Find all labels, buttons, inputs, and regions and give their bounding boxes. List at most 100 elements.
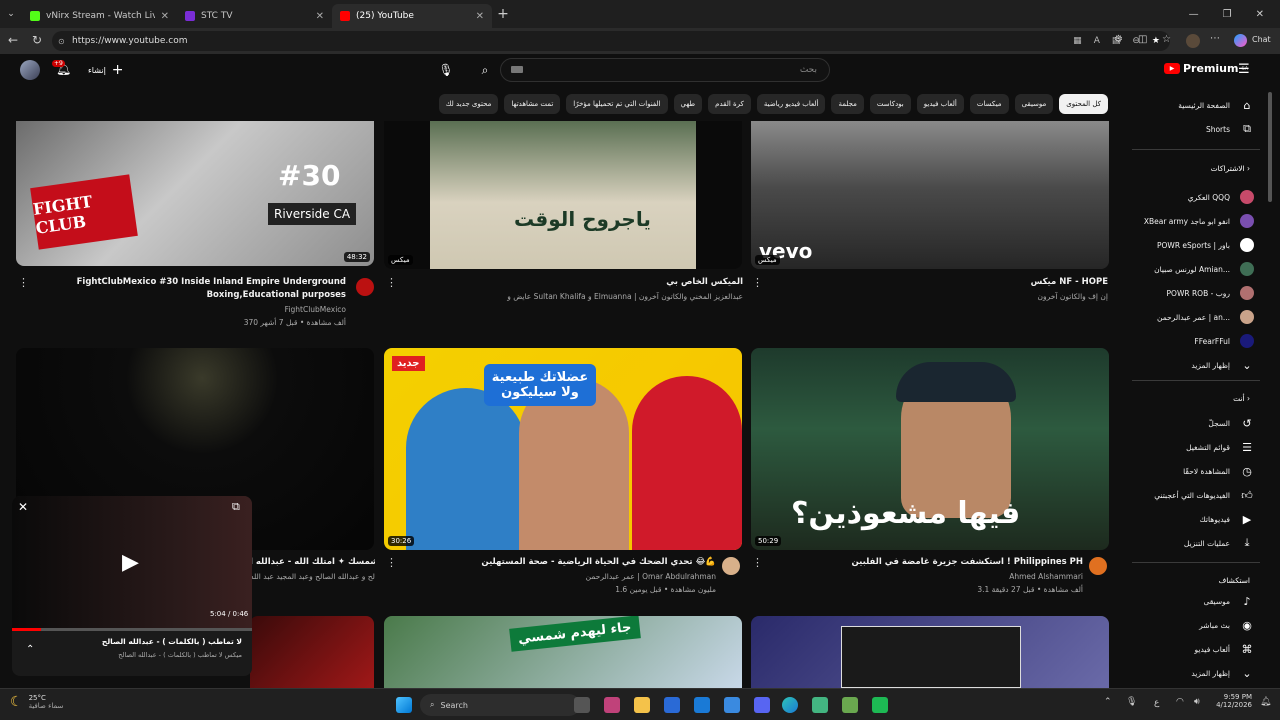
video-thumbnail[interactable]: عضلاتك طبيعية ولا سيليكون جديد 30:26 [384,348,742,550]
minimize-icon[interactable]: — [1189,9,1199,20]
video-title[interactable]: ميكس NF - HOPE [788,276,1108,289]
sidebar-item[interactable]: إظهار المزيد ⌄ [1191,662,1254,684]
video-thumbnail[interactable] [751,616,1109,688]
sidebar-item-home[interactable]: الصفحة الرئيسية ⌂ [1178,94,1254,116]
search-input[interactable]: بحث [500,58,830,82]
new-tab-button[interactable]: + [492,6,514,22]
app-icon[interactable] [664,697,680,713]
menu-hamburger-icon[interactable]: ☰ [1238,62,1250,77]
sidebar-item[interactable]: عمليات التنزيل ⤓ [1184,532,1254,554]
create-button[interactable]: إنشاء + [88,62,124,78]
video-thumbnail[interactable]: فيها مشعوذين؟ 50:29 [751,348,1109,550]
filter-chip[interactable]: ألعاب فيديو [916,94,964,114]
extensions-icon[interactable]: ⚙ [1114,34,1123,45]
filter-chip[interactable]: كرة القدم [708,94,751,114]
app-icon[interactable] [842,697,858,713]
video-title[interactable]: FightClubMexico #30 Inside Inland Empire… [30,276,346,302]
miniplayer-title[interactable]: لا تماطب ( بالكلمات ) - عبدالله الصالح [102,637,242,646]
app-icon[interactable] [724,697,740,713]
sidebar-item-subscription[interactable]: POWR ROB - روب [1167,282,1254,304]
reload-icon[interactable]: ↻ [32,33,42,47]
split-screen-icon[interactable]: ◫ [1138,34,1147,45]
sidebar-item-subscription[interactable]: عمر عبدالرحمن | an... [1157,306,1254,328]
restore-icon[interactable]: ❐ [1223,9,1232,20]
sidebar-item-subscription[interactable]: العكري QQQ [1188,186,1254,208]
chat-button[interactable]: Chat [1252,35,1271,44]
channel-avatar[interactable] [356,278,374,296]
favorite-star-icon[interactable]: ★ [1152,36,1160,46]
grid-icon[interactable]: ▦ [1073,36,1082,46]
task-view-icon[interactable] [574,697,590,713]
expand-player-icon[interactable]: ⧉ [232,500,240,514]
discord-icon[interactable] [754,697,770,713]
channel-name[interactable]: Ahmed Alshammari [1009,572,1083,581]
close-tab-icon[interactable]: ✕ [476,11,484,22]
channel-name[interactable]: عايض و Sultan Khalifa و Elmuanna | عبدال… [507,292,743,301]
tab-stc[interactable]: STC TV ✕ [177,4,332,28]
video-thumbnail[interactable]: vevo ميكس [751,121,1109,269]
more-menu-icon[interactable]: ⋯ [1210,33,1220,44]
play-icon[interactable]: ▶ [122,550,139,575]
app-icon[interactable] [812,697,828,713]
sidebar-item[interactable]: المشاهدة لاحقًا ◷ [1183,460,1254,482]
channel-name[interactable]: إن إف والكاتون آخرون [1038,292,1108,301]
video-title[interactable]: ميكس احب شمسك ✦ امتلك الله - عبدالله ا..… [250,556,375,569]
tray-chevron-icon[interactable]: ⌃ [1104,697,1112,707]
channel-name[interactable]: عبدالله الصالح و عبدالله الصالح وعبد الم… [250,572,375,581]
filter-chip[interactable]: طهي [673,94,703,114]
widgets-icon[interactable] [604,697,620,713]
site-info-icon[interactable]: ⊙ [58,37,65,46]
more-actions-icon[interactable]: ⋮ [752,556,763,569]
filter-chip[interactable]: ميكسات [969,94,1009,114]
outlook-icon[interactable] [694,697,710,713]
sidebar-item[interactable]: السجلّ ↺ [1208,412,1254,434]
filter-chip[interactable]: محتوى جديد لك [438,94,499,114]
app-icon[interactable] [872,697,888,713]
video-thumbnail[interactable]: جاء ليهدم شمسي [384,616,742,688]
file-explorer-icon[interactable] [634,697,650,713]
channel-name[interactable]: عمر عبدالرحمن | Omar Abdulrahman [586,572,716,581]
clock[interactable]: 9:59 PM 4/12/2026 [1212,693,1252,709]
more-actions-icon[interactable]: ⋮ [386,556,397,569]
profile-avatar[interactable] [1186,34,1200,48]
taskbar-search[interactable]: ⌕ Search [420,694,580,716]
copilot-icon[interactable] [1234,34,1247,47]
video-title[interactable]: تحدي الضحك في الحياة الرياضية - صحة المس… [426,556,716,569]
wifi-icon[interactable]: ◠ [1176,697,1184,707]
sidebar-item[interactable]: فيديوهاتك ▶ [1200,508,1254,530]
translate-icon[interactable]: A [1094,36,1100,46]
url-field[interactable]: ⊙ https://www.youtube.com ▦ A ▤ ⊖ ★ [52,31,1170,51]
miniplayer-progress-track[interactable] [12,628,252,631]
video-title[interactable]: استكشفت جزيرة غامضة في الفلبين ! Philipp… [783,556,1083,569]
back-icon[interactable]: ← [8,33,18,47]
notification-center-icon[interactable]: 🔔︎ [1260,697,1271,707]
sidebar-item-subscription[interactable]: POWR eSports | باور [1157,234,1254,256]
microphone-icon[interactable]: 🎙︎ [1126,697,1137,707]
sidebar-item-subscription[interactable]: إظهار المزيد ⌄ [1191,354,1254,376]
close-tab-icon[interactable]: ✕ [316,11,324,22]
filter-chip[interactable]: ألعاب فيديو رياضية [756,94,826,114]
sidebar-item[interactable]: بث مباشر ◉ [1199,614,1254,636]
volume-icon[interactable]: 🔊︎ [1194,697,1200,707]
sidebar-scrollbar[interactable] [1268,92,1272,202]
sidebar-item[interactable]: ألعاب فيديو ⌘ [1195,638,1254,660]
filter-chip[interactable]: تمت مشاهدتها [504,94,561,114]
more-actions-icon[interactable]: ⋮ [752,276,763,289]
tab-kick[interactable]: vNirx Stream - Watch Live on Kick ✕ [22,4,177,28]
windows-start-icon[interactable] [396,697,412,713]
close-window-icon[interactable]: ✕ [1256,9,1264,20]
tab-youtube[interactable]: (25) YouTube ✕ [332,4,492,28]
channel-name[interactable]: FightClubMexico [285,305,346,314]
favorites-icon[interactable]: ☆ [1162,34,1171,45]
keyboard-icon[interactable] [511,66,523,73]
sidebar-item-subscription[interactable]: XBear army انفو ابو ماجد [1144,210,1254,232]
youtube-premium-logo[interactable]: ▶ Premium SA [1164,62,1248,75]
sidebar-item[interactable]: قوائم التشغيل ☰ [1186,436,1254,458]
you-header[interactable]: أنت › [1233,394,1250,403]
miniplayer-close-icon[interactable]: ✕ [18,500,28,514]
sidebar-item[interactable]: موسيقى ♪ [1204,590,1254,612]
subscriptions-header[interactable]: الاشتراكات › [1211,164,1250,173]
filter-chip[interactable]: الفنوات التي تم تحميلها مؤخرًا [566,94,668,114]
voice-search-icon[interactable]: 🎙︎ [436,60,456,80]
more-actions-icon[interactable]: ⋮ [18,276,29,289]
